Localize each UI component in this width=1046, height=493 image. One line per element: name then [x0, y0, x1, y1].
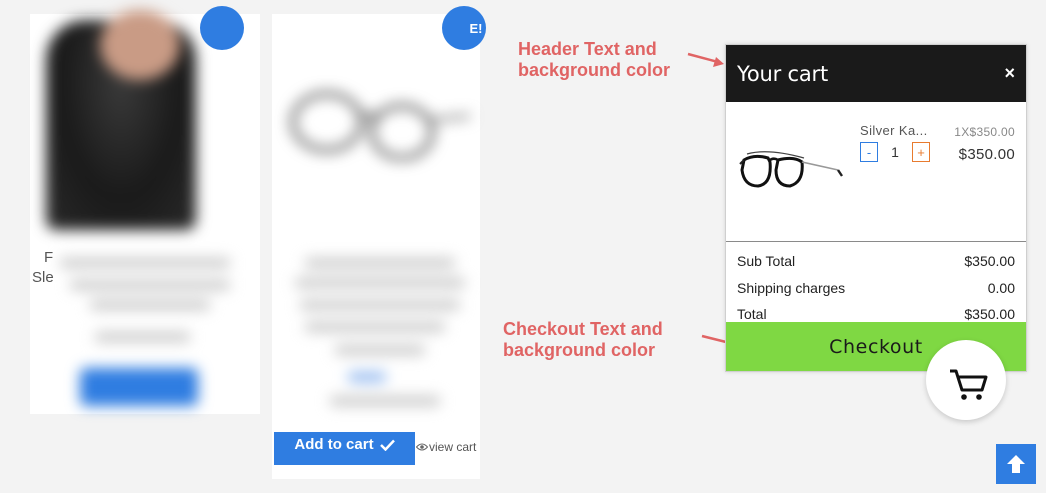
- cart-title: Your cart: [737, 61, 828, 86]
- annotation-arrow-icon: [687, 52, 724, 67]
- shipping-label: Shipping charges: [737, 280, 846, 296]
- blurred-title-line: [335, 345, 425, 355]
- decrease-quantity-button[interactable]: -: [860, 142, 878, 162]
- cart-item-name: Silver Ka...: [860, 123, 928, 138]
- sale-badge: [200, 6, 244, 50]
- quantity-value[interactable]: 1: [878, 144, 912, 160]
- shipping-value: 0.00: [987, 280, 1015, 296]
- blurred-price-line: [330, 396, 440, 406]
- eye-icon: [416, 443, 428, 451]
- cart-item: Silver Ka... 1X$350.00 - 1 + $350.00: [726, 102, 1026, 242]
- view-cart-label: view cart: [429, 440, 477, 454]
- shipping-row: Shipping charges 0.00: [737, 275, 1015, 301]
- blurred-title-line: [90, 300, 210, 310]
- product-image-model-head: [100, 10, 180, 80]
- blurred-title-line: [60, 258, 230, 268]
- blurred-glasses-image: [290, 91, 471, 160]
- blurred-title-line: [305, 258, 455, 268]
- view-cart-link[interactable]: view cart: [416, 440, 476, 454]
- blurred-price-line: [95, 332, 190, 342]
- product-title-fragment: F Sle: [32, 249, 54, 286]
- add-to-cart-button[interactable]: Add to cart: [274, 432, 415, 465]
- total-label: Total: [737, 306, 767, 322]
- floating-cart-button[interactable]: [926, 340, 1006, 420]
- cart-item-price: $350.00: [958, 146, 1015, 163]
- blurred-button: [80, 368, 198, 406]
- add-to-cart-label: Add to cart: [294, 436, 374, 453]
- subtotal-value: $350.00: [964, 253, 1015, 269]
- subtotal-row: Sub Total $350.00: [737, 247, 1015, 275]
- check-icon: [379, 439, 395, 451]
- blurred-rating: [348, 372, 386, 382]
- total-value: $350.00: [964, 306, 1015, 322]
- blurred-title-line: [295, 278, 465, 288]
- increase-quantity-button[interactable]: +: [912, 142, 930, 162]
- header-annotation: Header Text and background color: [518, 39, 671, 80]
- scroll-to-top-button[interactable]: [996, 444, 1036, 484]
- subtotal-label: Sub Total: [737, 253, 796, 269]
- sale-badge: E!: [442, 6, 486, 50]
- cart-panel: Your cart × Silver Ka... 1X$350.00 - 1 +…: [725, 44, 1027, 372]
- quantity-stepper: - 1 +: [860, 142, 930, 162]
- shopping-cart-icon: [950, 369, 988, 400]
- eyeglasses-image: [739, 151, 843, 188]
- blurred-title-line: [70, 280, 230, 290]
- checkout-annotation: Checkout Text and background color: [503, 319, 663, 360]
- blurred-title-line: [305, 322, 445, 332]
- cart-header: Your cart ×: [726, 45, 1026, 102]
- arrow-up-icon: [1007, 455, 1025, 473]
- blurred-title-line: [300, 300, 460, 310]
- cart-totals: Sub Total $350.00 Shipping charges 0.00 …: [726, 242, 1026, 327]
- cart-item-unit-price: 1X$350.00: [954, 125, 1015, 139]
- close-icon[interactable]: ×: [1004, 63, 1015, 84]
